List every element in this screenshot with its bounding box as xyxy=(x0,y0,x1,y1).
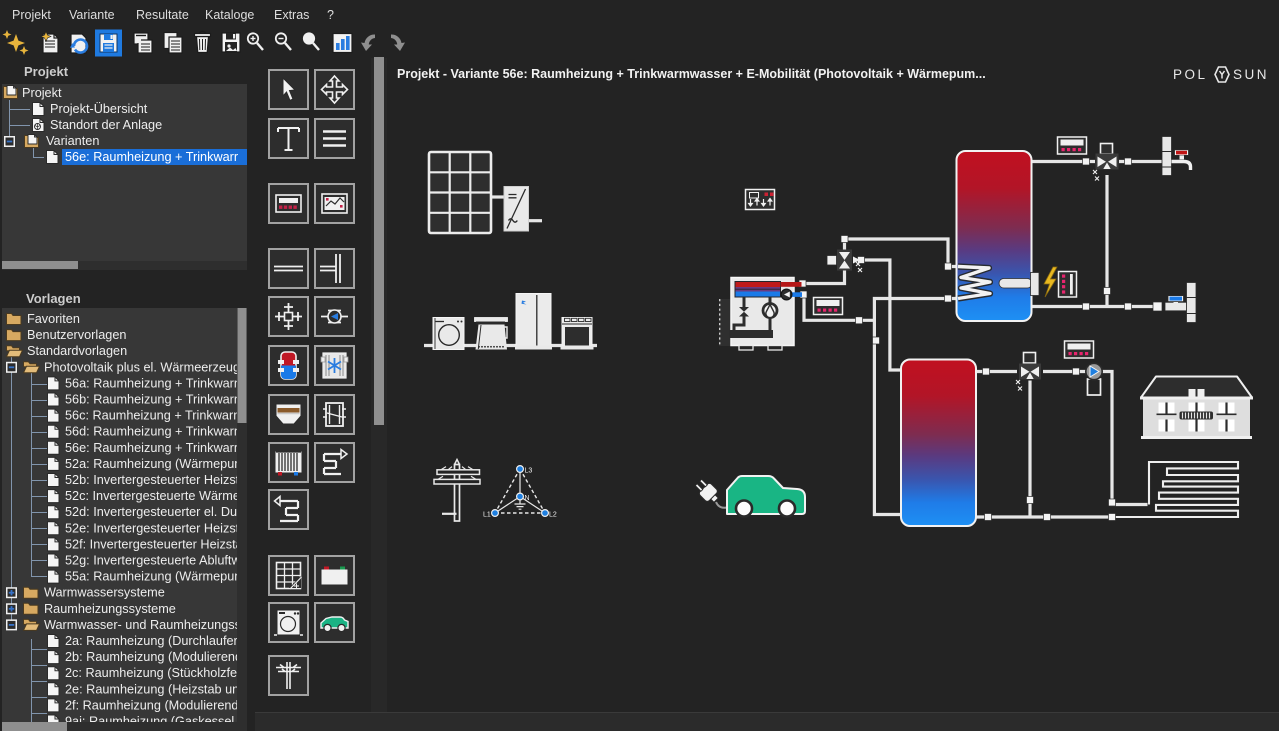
svg-text:56e: Raumheizung + Trinkwarr: 56e: Raumheizung + Trinkwarr xyxy=(65,150,239,164)
svg-text:52a: Raumheizung (Wärmepumpe m: 52a: Raumheizung (Wärmepumpe m xyxy=(65,457,247,471)
svg-text:L1: L1 xyxy=(483,512,491,519)
svg-text:2f: Raumheizung (Modulierender: 2f: Raumheizung (Modulierender G xyxy=(65,698,247,712)
svg-text:2a: Raumheizung (Durchlauferhi: 2a: Raumheizung (Durchlauferhitze xyxy=(65,634,247,648)
svg-text:Photovoltaik plus el. Wärmeerz: Photovoltaik plus el. Wärmeerzeuger xyxy=(44,360,247,374)
svg-text:Benutzervorlagen: Benutzervorlagen xyxy=(27,328,126,342)
svg-text:55a: Raumheizung (Wärmepumpe m: 55a: Raumheizung (Wärmepumpe m xyxy=(65,570,247,584)
svg-text:Projekt: Projekt xyxy=(22,86,62,100)
svg-text:2e: Raumheizung (Heizstab und: 2e: Raumheizung (Heizstab und Sol xyxy=(65,682,247,696)
svg-text:52e: Invertergesteuerter Heizs: 52e: Invertergesteuerter Heizstab ( xyxy=(65,521,247,535)
svg-text:Varianten: Varianten xyxy=(46,134,99,148)
svg-text:56c: Raumheizung + Trinkwarmwa: 56c: Raumheizung + Trinkwarmwass xyxy=(65,409,247,423)
svg-text:Standort der Anlage: Standort der Anlage xyxy=(50,118,162,132)
svg-text:56b: Raumheizung + Trinkwarmwa: 56b: Raumheizung + Trinkwarmwass xyxy=(65,393,247,407)
svg-text:2c: Raumheizung (Stückholzfeue: 2c: Raumheizung (Stückholzfeueru xyxy=(65,666,247,680)
svg-text:2b: Raumheizung (Modulierender: 2b: Raumheizung (Modulierender G xyxy=(65,650,247,664)
svg-text:56e: Raumheizung + Trinkwarmwa: 56e: Raumheizung + Trinkwarmwass xyxy=(65,441,247,455)
svg-text:L2: L2 xyxy=(549,512,557,519)
svg-text:52g: Invertergesteuerte Abluft: 52g: Invertergesteuerte Abluftwärm xyxy=(65,554,247,568)
svg-text:52b: Invertergesteuerter Heizs: 52b: Invertergesteuerter Heizstab ( xyxy=(65,473,247,487)
svg-text:56d: Raumheizung + Trinkwarmwa: 56d: Raumheizung + Trinkwarmwass xyxy=(65,425,247,439)
svg-text:52d: Invertergesteuerter el. D: 52d: Invertergesteuerter el. Durchla xyxy=(65,505,247,519)
svg-text:Warmwasser- und Raumheizungssy: Warmwasser- und Raumheizungssy xyxy=(44,618,247,632)
svg-text:Warmwassersysteme: Warmwassersysteme xyxy=(44,586,165,600)
svg-text:Raumheizungssysteme: Raumheizungssysteme xyxy=(44,602,176,616)
svg-text:52c: Invertergesteuerte Wärmep: 52c: Invertergesteuerte Wärmepum xyxy=(65,489,247,503)
svg-text:L3: L3 xyxy=(525,468,533,475)
svg-text:56a: Raumheizung + Trinkwarmwa: 56a: Raumheizung + Trinkwarmwass xyxy=(65,376,247,390)
svg-text:Standardvorlagen: Standardvorlagen xyxy=(27,344,127,358)
svg-text:Favoriten: Favoriten xyxy=(27,312,80,326)
svg-text:N: N xyxy=(525,495,530,502)
svg-text:52f: Invertergesteuerter Heizs: 52f: Invertergesteuerter Heizstab m xyxy=(65,537,247,551)
svg-text:Projekt-Übersicht: Projekt-Übersicht xyxy=(50,102,148,116)
